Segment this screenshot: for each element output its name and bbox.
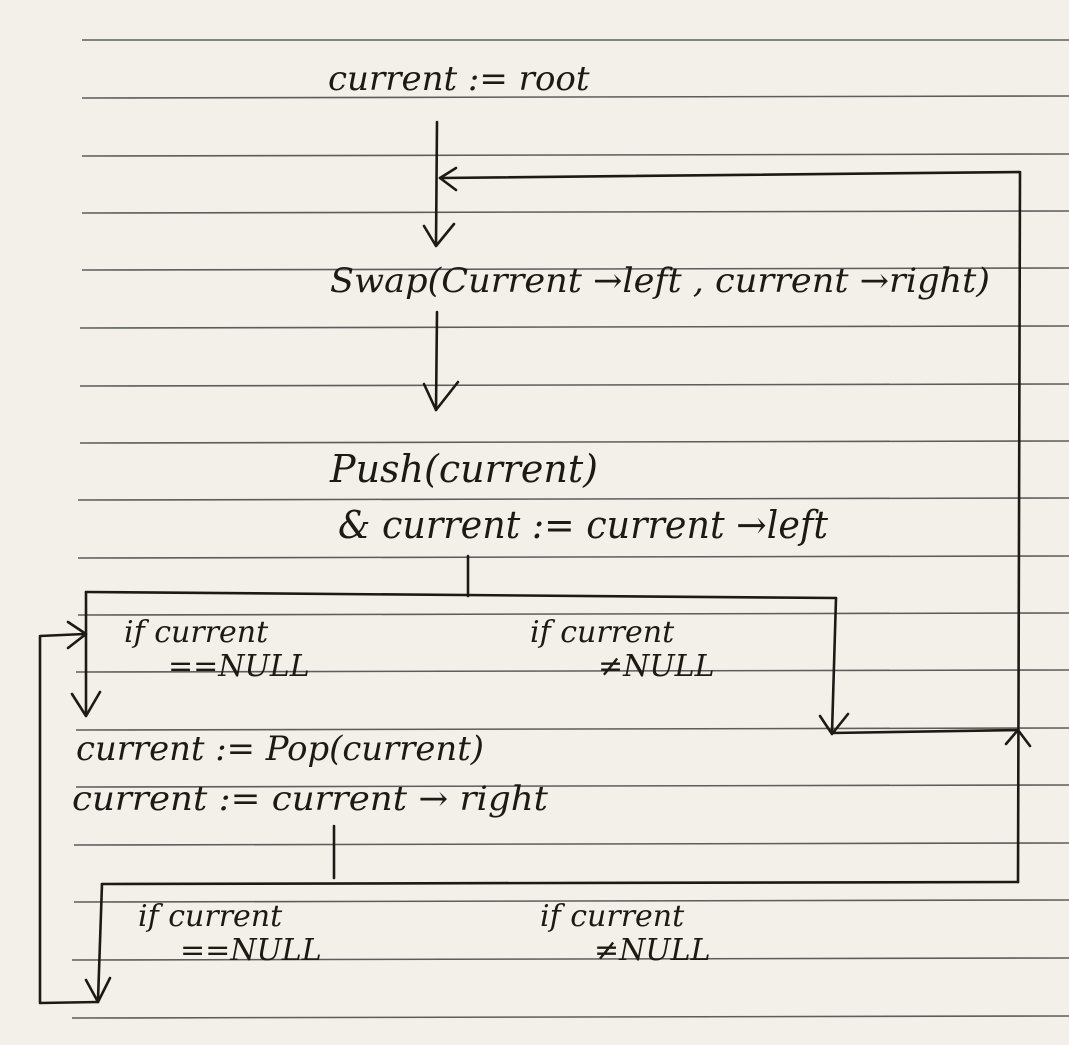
ruled-line [79,325,1069,329]
branch2-left-line1: if current [138,899,283,934]
node-labels: current := root Swap(Current →left , cur… [72,59,990,968]
branch2-left-line2: ==NULL [180,933,322,968]
arrowhead [818,712,850,736]
branch2-right-line2: ≠NULL [594,933,711,968]
push-node-line2: & current := current →left [338,503,829,547]
arrowhead [422,380,460,412]
branch1-right-line [830,596,1020,735]
swap-node: Swap(Current →left , current →right) [330,261,990,301]
branch2-bar [100,880,1020,886]
ruled-line [71,1015,1069,1019]
start-node: current := root [328,59,590,99]
ruled-line [81,153,1069,157]
connectors [38,120,1032,1005]
branch1-bar [84,590,838,600]
flowchart-diagram: current := root Swap(Current →left , cur… [38,39,1069,1019]
arrow-swap-to-push [434,310,439,412]
branch1-left-line1: if current [124,615,269,650]
branch1-right-line1: if current [530,615,675,650]
ruled-line [79,440,1069,444]
ruled-line [79,383,1069,387]
ruled-line [77,497,1069,501]
pop-node-line2: current := current → right [72,779,548,819]
notebook-page: current := root Swap(Current →left , cur… [0,0,1069,1045]
ruled-line [81,210,1069,214]
ruled-line [73,842,1069,846]
branch2-right-line1: if current [540,899,685,934]
branch1-right-line2: ≠NULL [598,649,715,684]
ruled-line [77,555,1069,559]
arrowhead [422,222,456,248]
branch1-left-line2: ==NULL [168,649,310,684]
push-node-line1: Push(current) [329,447,598,491]
arrow-start-to-swap [434,120,439,247]
pop-node-line1: current := Pop(current) [76,729,484,769]
